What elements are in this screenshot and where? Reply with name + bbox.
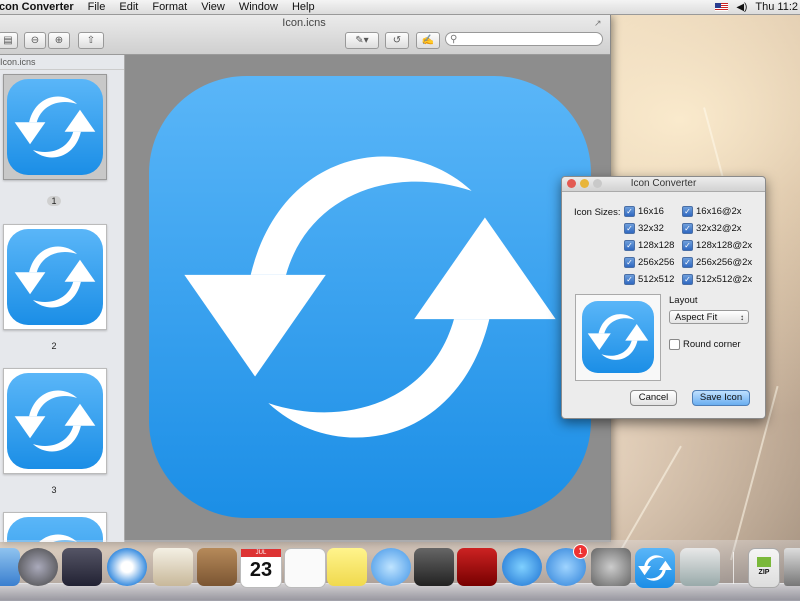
preview-window: Icon.icns ↗ ▤ ⊖ ⊕ ⇧ ✎▾ ↺ ✍ ⚲ Icon.icns 1… [0, 14, 611, 542]
fullscreen-icon[interactable]: ↗ [594, 18, 604, 28]
updown-arrows-icon: ↕ [740, 313, 744, 322]
layout-select[interactable]: Aspect Fit ↕ [669, 310, 749, 324]
zip-zipper-icon [757, 557, 771, 567]
size-checkbox-512[interactable]: ✓ 512x512 [624, 274, 674, 285]
save-icon-button[interactable]: Save Icon [692, 390, 750, 406]
menu-format[interactable]: Format [152, 1, 187, 13]
edit-toolbar-button[interactable]: ✍ [416, 32, 440, 49]
search-icon: ⚲ [450, 34, 458, 45]
thumbnail-sidebar: Icon.icns 1 2 3 [0, 55, 125, 542]
page-number-1: 1 [0, 196, 110, 206]
calendar-day: 23 [249, 559, 273, 581]
window-controls [567, 179, 602, 188]
icon-converter-dialog: Icon Converter Icon Sizes: ✓ 16x16 ✓ 32x32… [561, 176, 766, 419]
size-checkbox-128[interactable]: ✓ 128x128 [624, 240, 674, 251]
system-preferences-icon[interactable] [591, 548, 631, 586]
size-checkbox-256[interactable]: ✓ 256x256 [624, 257, 674, 268]
menu-bar: Icon Converter File Edit Format View Win… [0, 0, 800, 15]
zoom-in-button[interactable]: ⊕ [48, 32, 70, 49]
volume-icon[interactable]: ◀) [736, 2, 747, 13]
reminders-icon[interactable] [284, 548, 326, 588]
app-menu[interactable]: Icon Converter [0, 1, 74, 13]
size-checkbox-256-2x[interactable]: ✓ 256x256@2x [682, 257, 752, 268]
round-corner-checkbox[interactable]: ✓Round corner [669, 339, 741, 350]
preview-icon[interactable] [680, 548, 720, 586]
zoom-icon[interactable] [593, 179, 602, 188]
itunes-icon[interactable] [502, 548, 542, 586]
window-titlebar: Icon.icns ↗ ▤ ⊖ ⊕ ⇧ ✎▾ ↺ ✍ ⚲ [0, 14, 610, 55]
photo-booth-icon[interactable] [457, 548, 497, 586]
dialog-titlebar: Icon Converter [562, 177, 765, 192]
rotate-button[interactable]: ↺ [385, 32, 409, 49]
page-thumbnail-1[interactable] [3, 74, 107, 180]
dock-separator [733, 552, 734, 584]
status-area: ◀) Thu 11:2 [715, 1, 800, 13]
annotate-button[interactable]: ✎▾ [345, 32, 379, 49]
icon-preview-well[interactable] [575, 294, 661, 381]
sidebar-toggle-button[interactable]: ▤ [0, 32, 18, 49]
page-number-2: 2 [51, 341, 57, 351]
sync-arrows-icon [149, 76, 591, 518]
messages-icon[interactable] [371, 548, 411, 586]
size-checkbox-16-2x[interactable]: ✓ 16x16@2x [682, 206, 742, 217]
safari-icon[interactable] [107, 548, 147, 586]
page-thumbnail-3[interactable] [3, 368, 107, 474]
search-input[interactable]: ⚲ [445, 32, 603, 46]
size-checkbox-128-2x[interactable]: ✓ 128x128@2x [682, 240, 752, 251]
app-store-icon[interactable]: 1 [546, 544, 588, 586]
menu-window[interactable]: Window [239, 1, 278, 13]
zoom-out-button[interactable]: ⊖ [24, 32, 46, 49]
notes-icon[interactable] [327, 548, 367, 586]
menubar-clock[interactable]: Thu 11:2 [755, 1, 798, 13]
menu-edit[interactable]: Edit [119, 1, 138, 13]
sync-arrows-icon [7, 79, 103, 175]
sidebar-title: Icon.icns [0, 55, 124, 70]
launchpad-icon[interactable] [18, 548, 58, 586]
share-button[interactable]: ⇧ [78, 32, 104, 49]
trash-icon[interactable] [784, 548, 800, 586]
page-number-3: 3 [51, 485, 57, 495]
calendar-icon[interactable]: JUL 23 [240, 548, 282, 588]
size-checkbox-32-2x[interactable]: ✓ 32x32@2x [682, 223, 742, 234]
contacts-icon[interactable] [197, 548, 237, 586]
sync-arrows-icon [582, 301, 654, 373]
page-thumbnail-4[interactable] [3, 512, 107, 542]
size-checkbox-16[interactable]: ✓ 16x16 [624, 206, 664, 217]
dialog-title: Icon Converter [630, 178, 697, 189]
icon-converter-icon[interactable] [635, 548, 675, 588]
mail-icon[interactable] [153, 548, 193, 586]
size-checkbox-32[interactable]: ✓ 32x32 [624, 223, 664, 234]
menu-view[interactable]: View [201, 1, 225, 13]
input-source-flag-icon[interactable] [715, 3, 729, 11]
cancel-button[interactable]: Cancel [630, 390, 677, 406]
layout-label: Layout [669, 295, 698, 306]
calendar-month: JUL [241, 549, 281, 557]
sync-arrows-icon [7, 517, 103, 542]
zip-label: ZIP [758, 569, 770, 576]
finder-icon[interactable] [0, 548, 20, 586]
sync-arrows-icon [7, 373, 103, 469]
size-checkbox-512-2x[interactable]: ✓ 512x512@2x [682, 274, 752, 285]
document-canvas[interactable] [125, 55, 610, 542]
menu-file[interactable]: File [88, 1, 106, 13]
page-thumbnail-2[interactable] [3, 224, 107, 330]
minimize-icon[interactable] [580, 179, 589, 188]
sync-arrows-icon [7, 229, 103, 325]
close-icon[interactable] [567, 179, 576, 188]
app-store-badge: 1 [573, 544, 588, 559]
facetime-icon[interactable] [414, 548, 454, 586]
menu-help[interactable]: Help [292, 1, 315, 13]
icon-sizes-label: Icon Sizes: [574, 207, 621, 218]
zip-archive-icon[interactable]: ZIP [748, 548, 780, 588]
window-title: Icon.icns [282, 17, 326, 29]
mission-control-icon[interactable] [62, 548, 102, 586]
dock-shelf [0, 583, 800, 601]
